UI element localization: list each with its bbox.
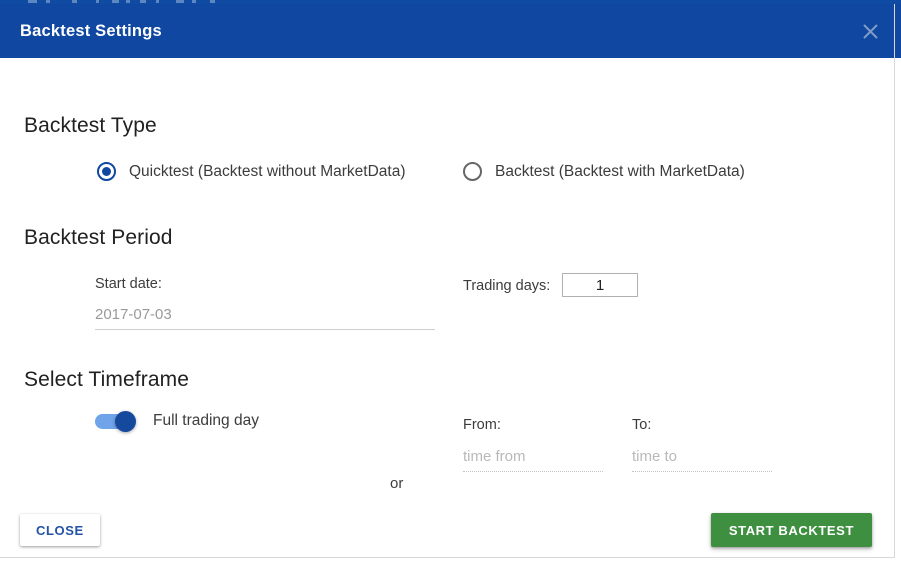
section-heading-select-timeframe: Select Timeframe — [24, 368, 189, 391]
time-from-label: From: — [463, 417, 501, 433]
dialog-title: Backtest Settings — [20, 21, 162, 40]
radio-option-quicktest-label: Quicktest (Backtest without MarketData) — [129, 162, 406, 180]
toggle-thumb-icon — [115, 410, 136, 432]
radio-unselected-icon — [463, 162, 482, 181]
or-separator-label: or — [390, 475, 404, 492]
dialog-footer: CLOSE START BACKTEST — [0, 501, 894, 557]
section-heading-backtest-period: Backtest Period — [24, 226, 173, 249]
section-heading-backtest-type: Backtest Type — [24, 114, 157, 137]
trading-days-input[interactable] — [562, 273, 638, 297]
radio-selected-icon — [97, 162, 116, 181]
backtest-settings-dialog: Backtest Settings Backtest Type Quicktes… — [0, 0, 901, 562]
close-x-icon[interactable] — [855, 16, 885, 46]
radio-option-quicktest[interactable]: Quicktest (Backtest without MarketData) — [97, 162, 406, 181]
time-to-label: To: — [632, 417, 652, 433]
dialog-body: Backtest Type Quicktest (Backtest withou… — [0, 58, 894, 501]
dialog-titlebar: Backtest Settings — [0, 4, 901, 58]
dialog-right-border — [894, 4, 895, 557]
start-date-label: Start date: — [95, 276, 162, 292]
close-button[interactable]: CLOSE — [20, 514, 100, 546]
full-trading-day-toggle[interactable] — [95, 410, 137, 432]
dialog-bottom-border — [0, 557, 895, 558]
full-trading-day-label: Full trading day — [153, 412, 259, 429]
radio-option-backtest-label: Backtest (Backtest with MarketData) — [495, 162, 745, 180]
time-from-input[interactable] — [463, 448, 603, 472]
trading-days-label: Trading days: — [463, 278, 551, 294]
time-to-input[interactable] — [632, 448, 772, 472]
start-backtest-button[interactable]: START BACKTEST — [710, 513, 872, 547]
full-trading-day-row[interactable]: Full trading day — [95, 410, 259, 432]
radio-option-backtest[interactable]: Backtest (Backtest with MarketData) — [463, 162, 745, 181]
start-date-input[interactable] — [95, 306, 435, 330]
